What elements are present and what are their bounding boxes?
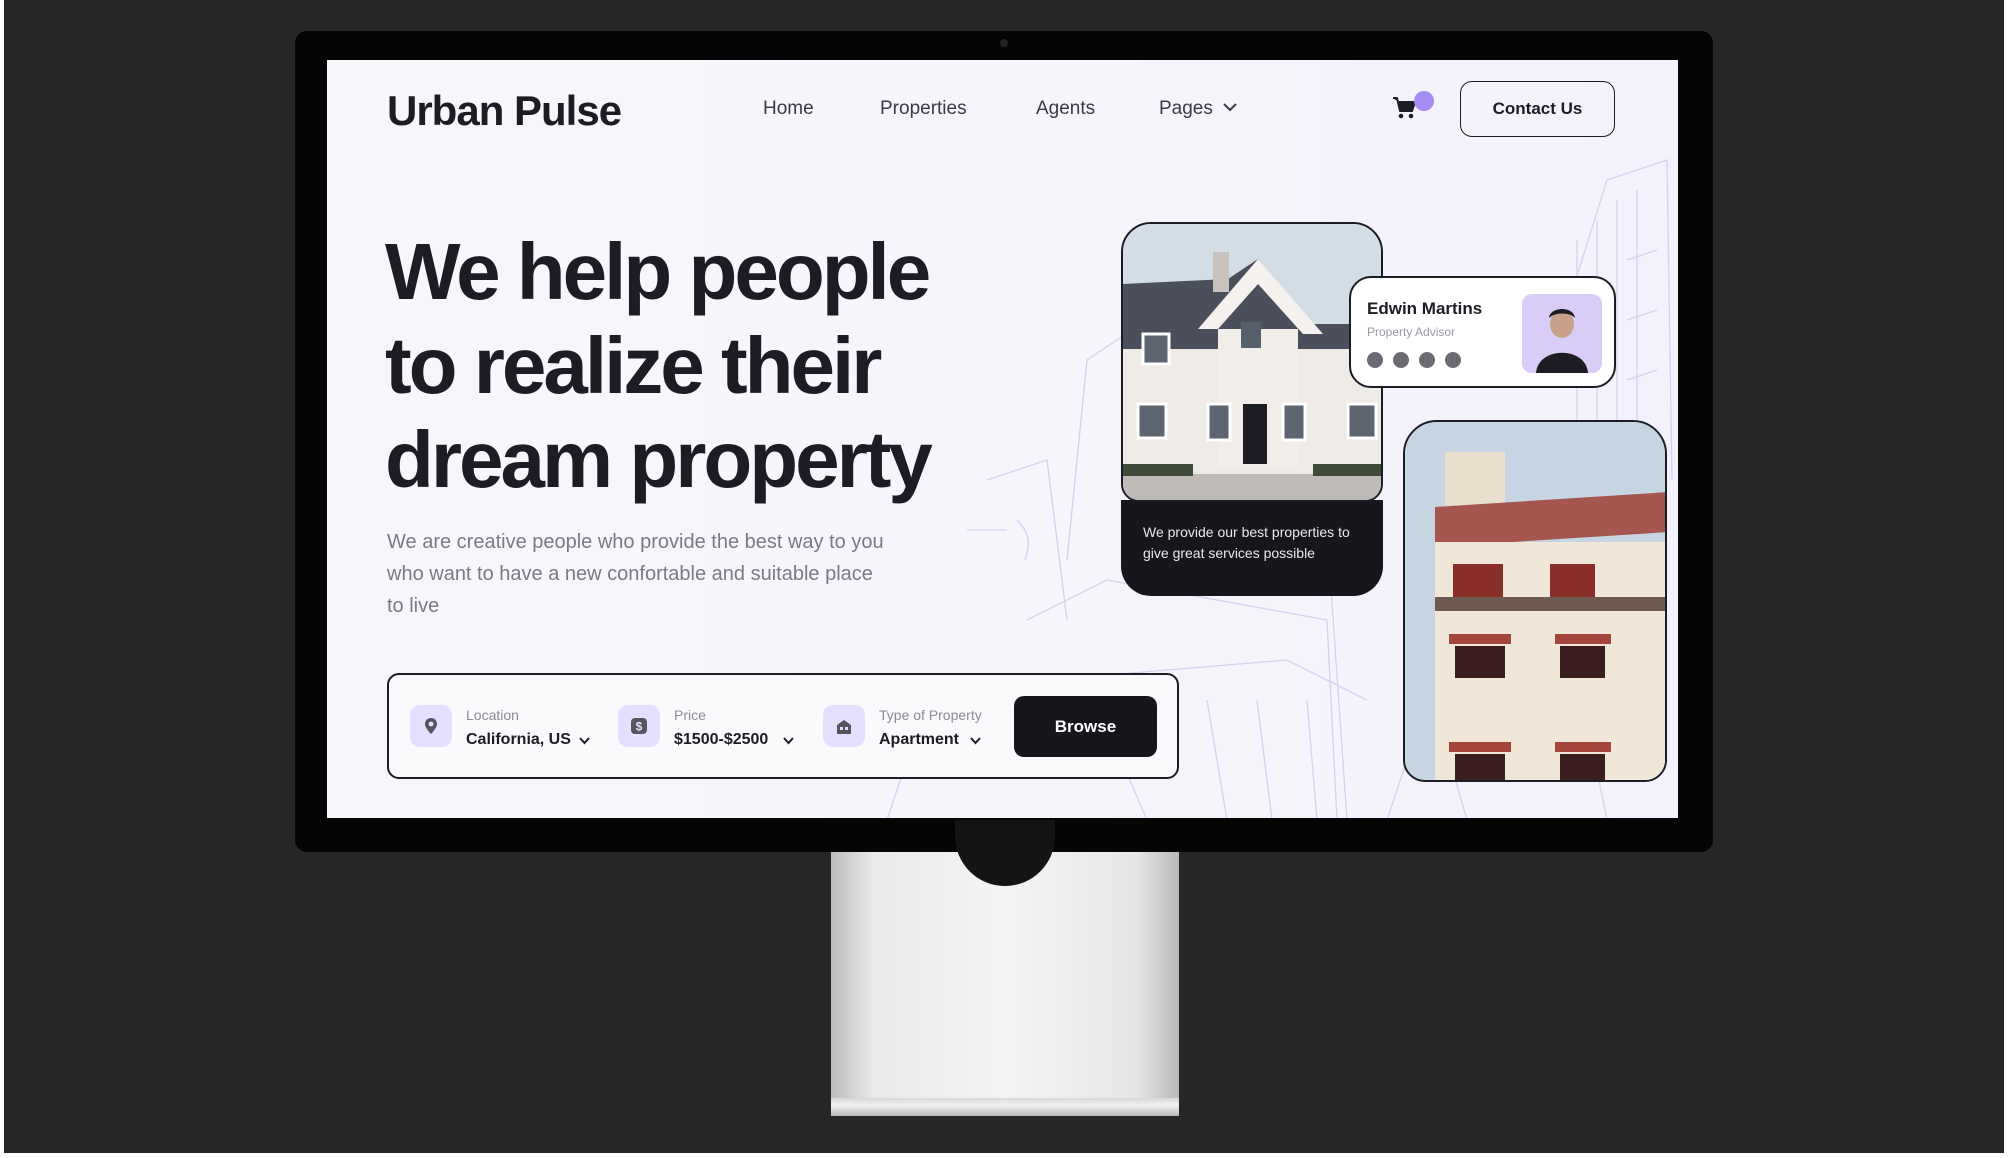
house-image-card[interactable]	[1121, 222, 1383, 502]
brand-logo[interactable]: Urban Pulse	[387, 87, 622, 135]
monitor-stand	[831, 850, 1179, 1116]
contact-us-button[interactable]: Contact Us	[1460, 81, 1615, 137]
hero-subtitle: We are creative people who provide the b…	[387, 531, 884, 617]
monitor-stand-base	[831, 1098, 1179, 1116]
hero-line-2: to realize their	[385, 321, 882, 410]
chevron-down-icon[interactable]	[970, 737, 981, 745]
agent-name: Edwin Martins	[1367, 299, 1483, 318]
hero-line-3: dream property	[385, 415, 933, 504]
chevron-down-icon[interactable]	[783, 737, 794, 745]
camera-dot	[1000, 39, 1008, 47]
agent-card[interactable]: Edwin Martins Property Advisor	[1349, 276, 1616, 388]
instagram-icon[interactable]	[1393, 352, 1409, 368]
location-label: Location	[466, 707, 519, 723]
twitter-icon[interactable]	[1445, 352, 1461, 368]
promo-panel: We provide our best properties to give g…	[1121, 500, 1383, 596]
avatar	[1522, 294, 1602, 373]
property-type-select[interactable]: Apartment	[879, 731, 959, 749]
chevron-down-icon[interactable]	[579, 737, 590, 745]
nav-home[interactable]: Home	[763, 98, 814, 120]
hero-heading: We help people to realize their dream pr…	[385, 225, 1005, 507]
property-search-bar: Location California, US $ Price $1500-$2…	[387, 673, 1179, 779]
building-photo	[1405, 422, 1665, 780]
browse-button[interactable]: Browse	[1014, 696, 1157, 757]
promo-text: We provide our best properties to give g…	[1143, 524, 1350, 561]
agent-role: Property Advisor	[1367, 325, 1456, 339]
property-type-label: Type of Property	[879, 707, 982, 723]
phone-icon[interactable]	[1367, 352, 1383, 368]
building-icon	[823, 705, 865, 747]
svg-text:$: $	[636, 720, 643, 734]
dollar-icon: $	[618, 705, 660, 747]
building-image-card[interactable]	[1403, 420, 1667, 782]
location-pin-icon	[410, 705, 452, 747]
hero-line-1: We help people	[385, 227, 931, 316]
nav-properties[interactable]: Properties	[880, 98, 967, 120]
website-screen: Urban Pulse Home Properties Agents Pages…	[327, 60, 1678, 818]
price-select[interactable]: $1500-$2500	[674, 731, 768, 749]
cart-badge	[1414, 91, 1434, 111]
nav-agents[interactable]: Agents	[1036, 98, 1095, 120]
house-photo	[1123, 224, 1381, 500]
nav-pages[interactable]: Pages	[1159, 98, 1213, 120]
facebook-icon[interactable]	[1419, 352, 1435, 368]
location-select[interactable]: California, US	[466, 731, 571, 749]
chevron-down-icon[interactable]	[1222, 101, 1238, 113]
price-label: Price	[674, 707, 706, 723]
